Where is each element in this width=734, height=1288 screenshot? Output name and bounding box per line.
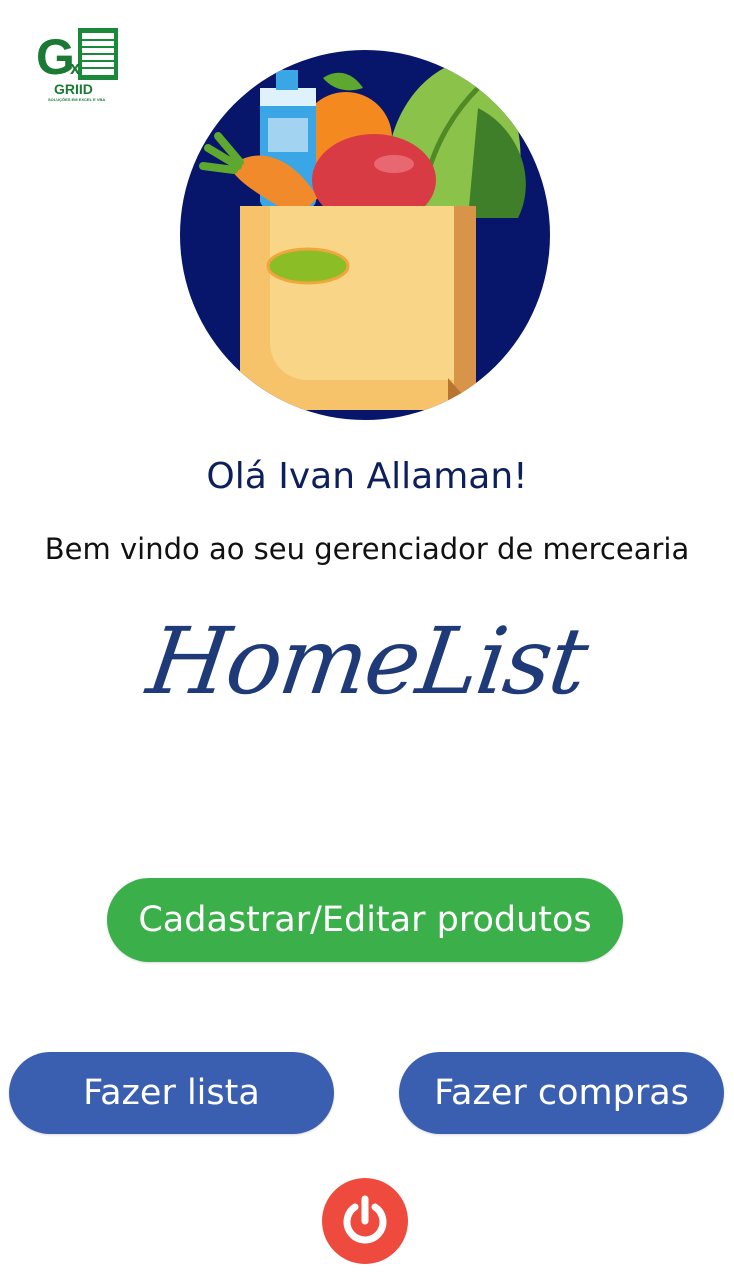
go-shopping-button[interactable]: Fazer compras	[399, 1052, 724, 1134]
grocery-bag-illustration	[178, 48, 552, 422]
make-list-button[interactable]: Fazer lista	[9, 1052, 334, 1134]
register-edit-products-button[interactable]: Cadastrar/Editar produtos	[107, 878, 623, 962]
power-button[interactable]	[322, 1178, 408, 1264]
logo-brand-text: GRIID	[54, 81, 93, 97]
logo-tagline: SOLUÇÕES EM EXCEL E VBA	[48, 97, 106, 102]
griid-logo: G x GRIID SOLUÇÕES EM EXCEL E VBA	[34, 26, 122, 108]
svg-text:x: x	[70, 58, 80, 78]
power-icon	[343, 1195, 387, 1244]
subtitle-text: Bem vindo ao seu gerenciador de merceari…	[44, 532, 690, 566]
app-title: HomeList	[141, 608, 593, 715]
greeting-text: Olá Ivan Allaman!	[206, 456, 528, 497]
